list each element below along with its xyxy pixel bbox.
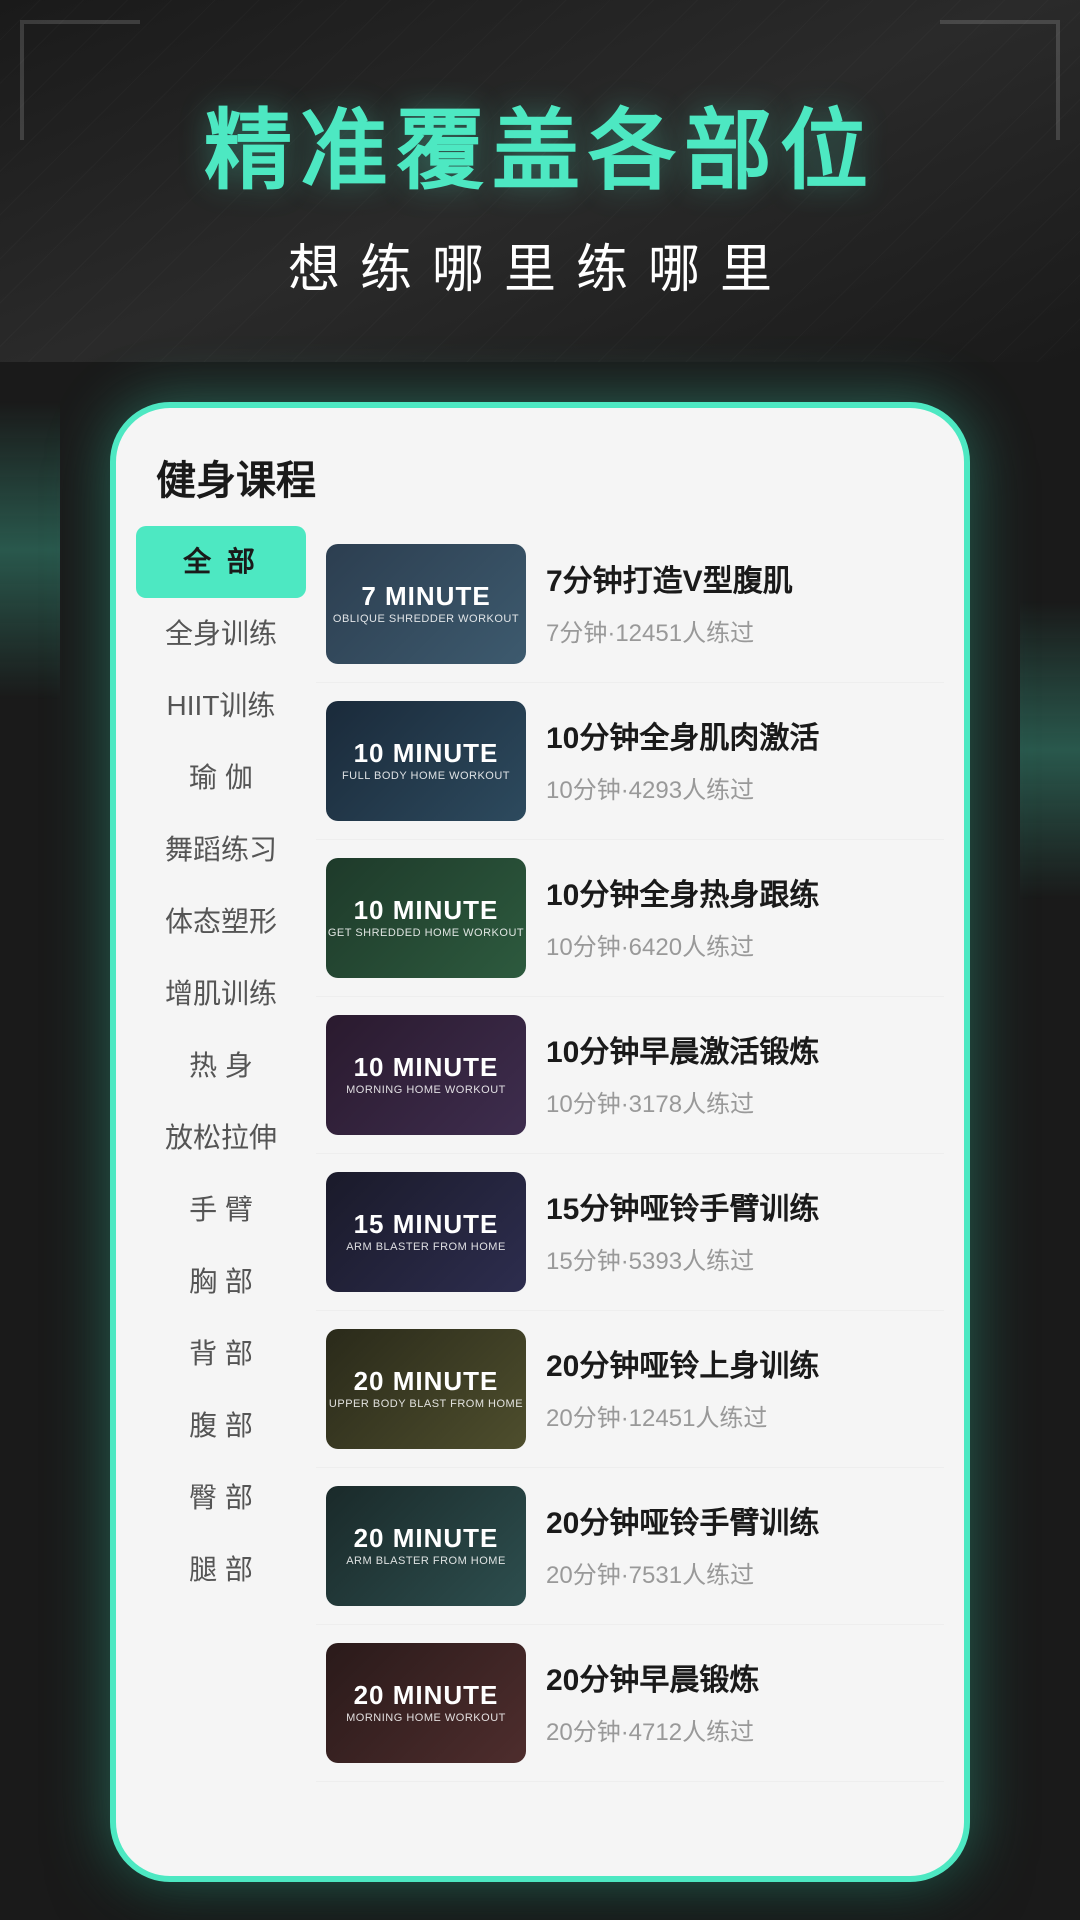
side-decoration-right (1020, 600, 1080, 900)
course-info-3: 10分钟全身热身跟练 10分钟·6420人练过 (546, 875, 934, 962)
course-name-2: 10分钟全身肌肉激活 (546, 718, 934, 760)
sidebar-item-1[interactable]: 全身训练 (136, 598, 306, 670)
thumb-minutes-3: 10 MINUTE (328, 896, 524, 925)
sidebar: 全 部全身训练HIIT训练瑜 伽舞蹈练习体态塑形增肌训练热 身放松拉伸手 臂胸 … (136, 526, 316, 1782)
main-layout: 全 部全身训练HIIT训练瑜 伽舞蹈练习体态塑形增肌训练热 身放松拉伸手 臂胸 … (116, 526, 964, 1802)
course-list: 7 MINUTE OBLIQUE SHREDDER WORKOUT 7分钟打造V型腹… (316, 526, 944, 1782)
sidebar-item-4[interactable]: 舞蹈练习 (136, 814, 306, 886)
course-name-6: 20分钟哑铃上身训练 (546, 1346, 934, 1388)
sidebar-item-12[interactable]: 腹 部 (136, 1390, 306, 1462)
thumb-minutes-4: 10 MINUTE (346, 1053, 506, 1082)
course-thumb-2: 10 MINUTE FULL BODY HOME WORKOUT (326, 701, 526, 821)
course-name-5: 15分钟哑铃手臂训练 (546, 1189, 934, 1231)
course-thumb-3: 10 MINUTE GET SHREDDED HOME WORKOUT (326, 858, 526, 978)
hero-section: 精准覆盖各部位 想练哪里练哪里 (0, 0, 1080, 362)
course-name-3: 10分钟全身热身跟练 (546, 875, 934, 917)
sidebar-item-3[interactable]: 瑜 伽 (136, 742, 306, 814)
thumb-desc-7: ARM BLASTER FROM HOME (346, 1555, 506, 1568)
thumb-minutes-6: 20 MINUTE (329, 1367, 523, 1396)
course-thumb-1: 7 MINUTE OBLIQUE SHREDDER WORKOUT (326, 544, 526, 664)
thumb-desc-3: GET SHREDDED HOME WORKOUT (328, 927, 524, 940)
course-name-7: 20分钟哑铃手臂训练 (546, 1503, 934, 1545)
sidebar-item-9[interactable]: 手 臂 (136, 1174, 306, 1246)
course-meta-5: 15分钟·5393人练过 (546, 1241, 934, 1276)
hero-title-main: 精准覆盖各部位 (60, 80, 1020, 207)
hero-title-sub: 想练哪里练哪里 (60, 227, 1020, 302)
sidebar-item-13[interactable]: 臀 部 (136, 1462, 306, 1534)
course-thumb-6: 20 MINUTE UPPER BODY BLAST FROM HOME (326, 1329, 526, 1449)
app-content: 健身课程 全 部全身训练HIIT训练瑜 伽舞蹈练习体态塑形增肌训练热 身放松拉伸… (116, 408, 964, 1802)
course-item-7[interactable]: 20 MINUTE ARM BLASTER FROM HOME 20分钟哑铃手臂训练… (316, 1468, 944, 1625)
course-info-4: 10分钟早晨激活锻炼 10分钟·3178人练过 (546, 1032, 934, 1119)
course-meta-3: 10分钟·6420人练过 (546, 927, 934, 962)
course-item-4[interactable]: 10 MINUTEMORNING HOME WORKOUT10分钟早晨激活锻炼1… (316, 997, 944, 1154)
sidebar-item-2[interactable]: HIIT训练 (136, 670, 306, 742)
sidebar-item-11[interactable]: 背 部 (136, 1318, 306, 1390)
course-meta-7: 20分钟·7531人练过 (546, 1555, 934, 1590)
thumb-desc-8: MORNING HOME WORKOUT (346, 1712, 506, 1725)
sidebar-item-5[interactable]: 体态塑形 (136, 886, 306, 958)
thumb-minutes-2: 10 MINUTE (342, 739, 510, 768)
course-name-8: 20分钟早晨锻炼 (546, 1660, 934, 1702)
course-meta-6: 20分钟·12451人练过 (546, 1398, 934, 1433)
course-info-2: 10分钟全身肌肉激活 10分钟·4293人练过 (546, 718, 934, 805)
course-info-7: 20分钟哑铃手臂训练 20分钟·7531人练过 (546, 1503, 934, 1590)
sidebar-item-10[interactable]: 胸 部 (136, 1246, 306, 1318)
course-item-5[interactable]: 15 MINUTE ARM BLASTER FROM HOME 15分钟哑铃手臂训练… (316, 1154, 944, 1311)
course-meta-1: 7分钟·12451人练过 (546, 613, 934, 648)
phone-frame: 健身课程 全 部全身训练HIIT训练瑜 伽舞蹈练习体态塑形增肌训练热 身放松拉伸… (110, 402, 970, 1882)
course-info-5: 15分钟哑铃手臂训练 15分钟·5393人练过 (546, 1189, 934, 1276)
course-thumb-7: 20 MINUTE ARM BLASTER FROM HOME (326, 1486, 526, 1606)
thumb-minutes-1: 7 MINUTE (333, 582, 519, 611)
course-item-8[interactable]: 20 MINUTEMORNING HOME WORKOUT20分钟早晨锻炼20分… (316, 1625, 944, 1782)
thumb-minutes-7: 20 MINUTE (346, 1524, 506, 1553)
course-thumb-5: 15 MINUTE ARM BLASTER FROM HOME (326, 1172, 526, 1292)
course-thumb-8: 20 MINUTE MORNING HOME WORKOUT (326, 1643, 526, 1763)
sidebar-item-6[interactable]: 增肌训练 (136, 958, 306, 1030)
course-meta-4: 10分钟·3178人练过 (546, 1084, 934, 1119)
sidebar-item-7[interactable]: 热 身 (136, 1030, 306, 1102)
course-name-1: 7分钟打造V型腹肌 (546, 561, 934, 603)
course-meta-2: 10分钟·4293人练过 (546, 770, 934, 805)
course-info-1: 7分钟打造V型腹肌 7分钟·12451人练过 (546, 561, 934, 648)
thumb-minutes-5: 15 MINUTE (346, 1210, 506, 1239)
thumb-desc-6: UPPER BODY BLAST FROM HOME (329, 1398, 523, 1411)
thumb-desc-2: FULL BODY HOME WORKOUT (342, 770, 510, 783)
section-title: 健身课程 (116, 408, 964, 526)
course-item-1[interactable]: 7 MINUTE OBLIQUE SHREDDER WORKOUT 7分钟打造V型腹… (316, 526, 944, 683)
sidebar-item-14[interactable]: 腿 部 (136, 1534, 306, 1606)
course-info-6: 20分钟哑铃上身训练 20分钟·12451人练过 (546, 1346, 934, 1433)
side-decoration-left (0, 400, 60, 700)
course-name-4: 10分钟早晨激活锻炼 (546, 1032, 934, 1074)
thumb-desc-4: MORNING HOME WORKOUT (346, 1084, 506, 1097)
course-item-2[interactable]: 10 MINUTE FULL BODY HOME WORKOUT 10分钟全身肌肉激… (316, 683, 944, 840)
course-meta-8: 20分钟·4712人练过 (546, 1712, 934, 1747)
course-item-3[interactable]: 10 MINUTE GET SHREDDED HOME WORKOUT 10分钟全身… (316, 840, 944, 997)
sidebar-item-8[interactable]: 放松拉伸 (136, 1102, 306, 1174)
thumb-desc-1: OBLIQUE SHREDDER WORKOUT (333, 613, 519, 626)
course-info-8: 20分钟早晨锻炼 20分钟·4712人练过 (546, 1660, 934, 1747)
thumb-desc-5: ARM BLASTER FROM HOME (346, 1241, 506, 1254)
thumb-minutes-8: 20 MINUTE (346, 1681, 506, 1710)
sidebar-item-0[interactable]: 全 部 (136, 526, 306, 598)
course-thumb-4: 10 MINUTE MORNING HOME WORKOUT (326, 1015, 526, 1135)
course-item-6[interactable]: 20 MINUTE UPPER BODY BLAST FROM HOME 20分钟哑… (316, 1311, 944, 1468)
